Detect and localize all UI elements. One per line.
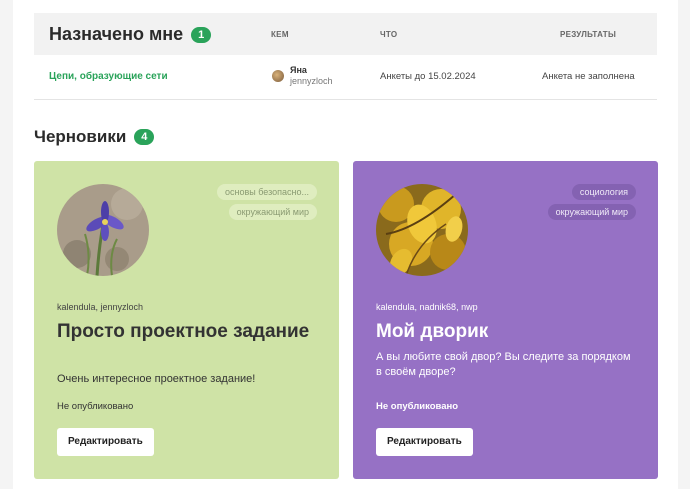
tag[interactable]: окружающий мир (547, 204, 636, 220)
card-tags: социология окружающий мир (547, 184, 636, 224)
drafts-count-badge: 4 (134, 129, 155, 145)
card-status: Не опубликовано (57, 401, 134, 412)
page-content: Назначено мне 1 КЕМ ЧТО РЕЗУЛЬТАТЫ Цепи,… (13, 0, 678, 489)
card-authors: kalendula, nadnik68, nwp (376, 302, 478, 312)
table-row: Цепи, образующие сети Яна jennyzloch Анк… (34, 55, 657, 100)
tag[interactable]: социология (571, 184, 636, 200)
card-status: Не опубликовано (376, 401, 459, 412)
assigned-table-header: Назначено мне 1 КЕМ ЧТО РЕЗУЛЬТАТЫ (34, 13, 657, 55)
user-login: jennyzloch (290, 76, 333, 86)
card-image-leaves (376, 184, 468, 276)
drafts-title-text: Черновики (34, 127, 127, 146)
card-title[interactable]: Просто проектное задание (57, 321, 317, 343)
assignment-what: Анкеты до 15.02.2024 (380, 71, 476, 82)
assigned-title-text: Назначено мне (49, 24, 184, 44)
card-description: А вы любите свой двор? Вы следите за пор… (376, 351, 631, 378)
assignment-result: Анкета не заполнена (542, 71, 635, 82)
avatar (272, 70, 284, 82)
assigned-count-badge: 1 (191, 26, 212, 43)
card-description: Очень интересное проектное задание! (57, 373, 256, 385)
edit-button[interactable]: Редактировать (57, 428, 154, 456)
tag[interactable]: основы безопасно... (217, 184, 317, 200)
assignment-link[interactable]: Цепи, образующие сети (49, 71, 168, 82)
card-title[interactable]: Мой дворик (376, 321, 636, 343)
user-name: Яна (290, 65, 307, 75)
tag[interactable]: окружающий мир (228, 204, 317, 220)
edit-button[interactable]: Редактировать (376, 428, 473, 456)
assigned-section-title: Назначено мне 1 (49, 24, 212, 45)
card-authors: kalendula, jennyzloch (57, 302, 144, 312)
draft-card[interactable]: социология окружающий мир kalendula, nad… (353, 161, 658, 479)
assigned-by-user[interactable]: Яна jennyzloch (272, 65, 333, 87)
column-header-results: РЕЗУЛЬТАТЫ (560, 30, 617, 39)
column-header-what: ЧТО (380, 30, 398, 39)
card-tags: основы безопасно... окружающий мир (217, 184, 317, 224)
drafts-section-title: Черновики 4 (34, 127, 155, 147)
column-header-by: КЕМ (271, 30, 289, 39)
card-image-iris (57, 184, 149, 276)
draft-card[interactable]: основы безопасно... окружающий мир kalen… (34, 161, 339, 479)
